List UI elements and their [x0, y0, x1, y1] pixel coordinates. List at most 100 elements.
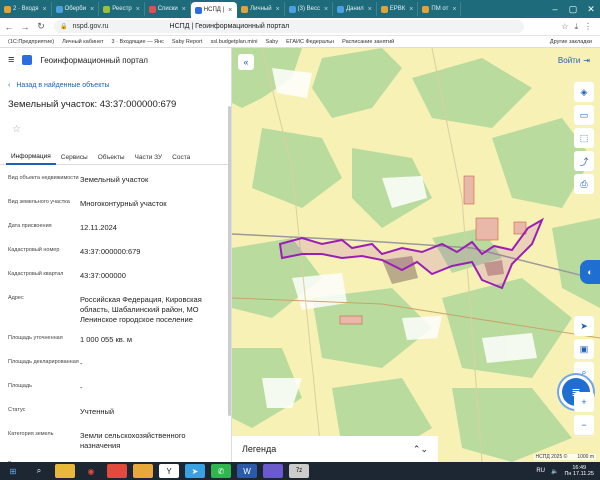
browser-tab[interactable]: Данил × — [333, 2, 377, 16]
legend-panel[interactable]: Легенда ⌃⌄ — [232, 436, 438, 462]
other-bookmarks[interactable]: Другие закладки — [550, 39, 592, 45]
tab-favicon-icon — [103, 5, 111, 13]
url-field[interactable]: 🔒 nspd.gov.ru НСПД | Геоинформационный п… — [54, 20, 524, 33]
search-icon[interactable]: ⌕ — [29, 464, 49, 478]
tab-close-icon[interactable]: × — [90, 6, 94, 13]
tab-close-icon[interactable]: × — [182, 6, 186, 13]
share-icon[interactable]: ⤴ — [574, 151, 594, 171]
map-canvas[interactable] — [232, 48, 600, 462]
language-indicator[interactable]: RU — [536, 468, 545, 474]
system-tray: RU 🔈 16:49 Пн 17.11.25 — [536, 465, 594, 477]
attribute-row: Статус Учтенный — [8, 407, 231, 421]
menu-dots-icon[interactable]: ⋮ — [584, 22, 592, 32]
info-tab[interactable]: Информация — [6, 149, 56, 165]
bookmark-item[interactable]: (1С:Предприятие) — [8, 39, 54, 45]
tab-favicon-icon — [337, 5, 345, 13]
geolocation-icon[interactable]: ➤ — [574, 316, 594, 336]
tab-close-icon[interactable]: × — [228, 7, 232, 14]
browser-tab[interactable]: ПМ от × — [418, 2, 462, 16]
bookmark-item[interactable]: ssl.budgetplan.mini — [210, 39, 257, 45]
tab-close-icon[interactable]: × — [276, 6, 280, 13]
7zip-icon[interactable]: 7z — [289, 464, 309, 478]
browser-tab[interactable]: Личный × — [237, 2, 285, 16]
collapse-panel-button[interactable]: « — [238, 54, 254, 70]
app-icon[interactable] — [107, 464, 127, 478]
bookmark-item[interactable]: Saby Report — [172, 39, 203, 45]
yandex-icon[interactable]: Y — [159, 464, 179, 478]
explorer-icon[interactable] — [55, 464, 75, 478]
download-icon[interactable]: ⤓ — [574, 22, 578, 32]
back-arrow-icon[interactable]: ← — [2, 20, 16, 34]
tab-close-icon[interactable]: × — [368, 6, 372, 13]
browser-tab[interactable]: (3) Весс × — [285, 2, 334, 16]
archive-icon[interactable] — [263, 464, 283, 478]
browser-tab[interactable]: Оберби × — [52, 2, 100, 16]
bookmark-item[interactable]: Расписание занятий — [342, 39, 394, 45]
hamburger-menu-icon[interactable]: ≡ — [8, 54, 14, 66]
attribute-row: Площадь уточненная 1 000 055 кв. м — [8, 335, 231, 349]
portal-logo-icon — [22, 55, 33, 65]
bookmark-star-icon[interactable]: ☆ — [561, 22, 568, 32]
attribute-value: 43:37:000000 — [80, 271, 126, 280]
tab-close-icon[interactable]: × — [452, 6, 456, 13]
minimize-icon[interactable]: – — [546, 0, 564, 18]
tab-favicon-icon — [55, 5, 63, 13]
layers-icon[interactable]: ◈ — [574, 82, 594, 102]
whatsapp-icon[interactable]: ✆ — [211, 464, 231, 478]
attribute-row: Вид земельного участка Многоконтурный уча… — [8, 199, 231, 213]
bookmark-item[interactable]: Saby — [266, 39, 279, 45]
telegram-icon[interactable]: ➤ — [185, 464, 205, 478]
attribute-key: Статус — [8, 407, 26, 413]
tab-label: Списки — [157, 6, 178, 12]
browser-tab[interactable]: 2 · Входя × — [0, 2, 52, 16]
maximize-icon[interactable]: ▢ — [564, 0, 582, 18]
attribute-value: 43:37:000000:679 — [80, 247, 141, 256]
favorite-star-icon[interactable]: ☆ — [12, 124, 22, 135]
expand-chevron-icon: ⌃⌄ — [412, 443, 428, 454]
bookmark-item[interactable]: 3 · Входящие — Янс — [112, 39, 164, 45]
browser-tab[interactable]: ЕРВК × — [377, 2, 419, 16]
page-title-in-bar: НСПД | Геоинформационный портал — [169, 23, 290, 30]
reload-icon[interactable]: ↻ — [34, 20, 48, 34]
url-text: nspd.gov.ru — [72, 23, 109, 30]
ivanovo-icon[interactable] — [133, 464, 153, 478]
clock[interactable]: 16:49 Пн 17.11.25 — [564, 465, 594, 477]
zoom-out-icon[interactable]: − — [574, 415, 594, 435]
tab-close-icon[interactable]: × — [409, 6, 413, 13]
back-to-results-link[interactable]: ‹ Назад в найденные объекты — [8, 82, 231, 89]
browser-tab[interactable]: Списки × — [145, 2, 191, 16]
side-panel-toggle-icon[interactable]: ◐ — [580, 260, 600, 284]
zoom-in-icon[interactable]: + — [574, 392, 594, 412]
info-tab[interactable]: Сервисы — [56, 149, 93, 165]
tab-label: Личный — [250, 6, 272, 12]
info-tab[interactable]: Части ЗУ — [130, 149, 168, 165]
panel-scrollbar[interactable] — [228, 106, 231, 416]
attribute-key: Кадастровый квартал — [8, 271, 64, 277]
attribute-row: Вид объекта недвижимости Земельный участо… — [8, 175, 231, 189]
select-area-icon[interactable]: ⬚ — [574, 128, 594, 148]
browser-tab[interactable]: Реестр × — [99, 2, 145, 16]
bookmark-item[interactable]: ЕГАИС Федеральн — [286, 39, 334, 45]
login-button[interactable]: Войти ⇥ — [558, 56, 590, 65]
close-icon[interactable]: ✕ — [582, 0, 600, 18]
info-tab[interactable]: Соста — [167, 149, 195, 165]
info-tab[interactable]: Объекты — [93, 149, 130, 165]
volume-icon[interactable]: 🔈 — [551, 468, 558, 475]
forward-arrow-icon[interactable]: → — [18, 20, 32, 34]
start-icon[interactable]: ⊞ — [3, 464, 23, 478]
login-label: Войти — [557, 56, 581, 65]
attribute-row: Категория земель Земли сельскохозяйственн… — [8, 431, 231, 451]
measure-icon[interactable]: ▭ — [574, 105, 594, 125]
chrome-icon[interactable]: ◉ — [81, 464, 101, 478]
browser-tab[interactable]: НСПД | × — [190, 2, 238, 18]
word-icon[interactable]: W — [237, 464, 257, 478]
bookmark-item[interactable]: Личный кабинет — [62, 39, 103, 45]
attribute-value: Земли сельскохозяйственного назначения — [80, 431, 186, 450]
map-view[interactable]: « Войти ⇥ ◈ ▭ ⬚ ⤴ ⎙ ◐ ➤ ▣ ⌕ ≣ + − Легенд… — [232, 48, 600, 462]
tab-close-icon[interactable]: × — [136, 6, 140, 13]
basemap-icon[interactable]: ▣ — [574, 339, 594, 359]
print-icon[interactable]: ⎙ — [574, 174, 594, 194]
tab-favicon-icon — [288, 5, 296, 13]
tab-close-icon[interactable]: × — [43, 6, 47, 13]
tab-close-icon[interactable]: × — [324, 6, 328, 13]
